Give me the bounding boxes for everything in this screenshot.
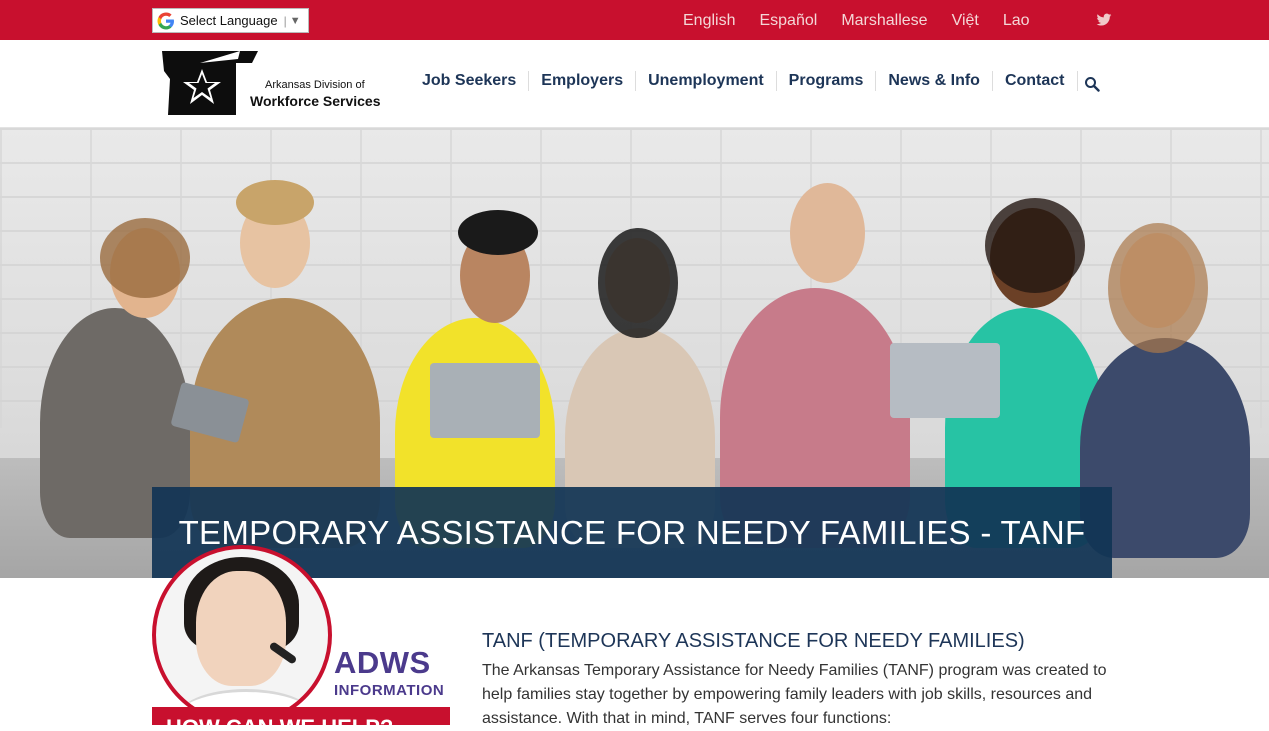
arkansas-star-icon xyxy=(162,51,258,115)
adws-logo[interactable]: Arkansas Division of Workforce Services xyxy=(160,49,400,119)
promo-subtitle: INFORMATION xyxy=(334,682,445,699)
nav-employers[interactable]: Employers xyxy=(529,71,637,91)
nav-unemployment[interactable]: Unemployment xyxy=(636,71,777,91)
article-body: The Arkansas Temporary Assistance for Ne… xyxy=(482,662,1107,727)
nav-programs[interactable]: Programs xyxy=(777,71,877,91)
promo-cta[interactable]: HOW CAN WE HELP? xyxy=(166,715,393,725)
translate-label: Select Language xyxy=(180,13,278,28)
nav-contact[interactable]: Contact xyxy=(993,71,1078,91)
translate-select[interactable]: Select Language | ▼ xyxy=(152,8,309,33)
language-links: English Español Marshallese Việt Lao xyxy=(683,12,1054,30)
article-heading: TANF (TEMPORARY ASSISTANCE FOR NEEDY FAM… xyxy=(482,630,1025,652)
top-bar: Select Language | ▼ English Español Mars… xyxy=(0,0,1269,40)
site-header: Arkansas Division of Workforce Services … xyxy=(0,40,1269,128)
lang-english[interactable]: English xyxy=(683,12,735,30)
lang-espanol[interactable]: Español xyxy=(759,12,817,30)
search-icon[interactable] xyxy=(1084,76,1100,92)
twitter-icon[interactable] xyxy=(1096,12,1112,28)
lang-viet[interactable]: Việt xyxy=(952,12,979,30)
promo-brand: ADWS xyxy=(334,645,431,680)
nav-job-seekers[interactable]: Job Seekers xyxy=(410,71,530,91)
adws-info-promo[interactable]: ADWS INFORMATION HOW CAN WE HELP? xyxy=(152,545,452,725)
google-icon xyxy=(157,12,174,29)
nav-news-info[interactable]: News & Info xyxy=(876,71,993,91)
agent-photo xyxy=(152,545,332,725)
article: TANF (TEMPORARY ASSISTANCE FOR NEEDY FAM… xyxy=(482,630,1112,731)
dropdown-arrow-icon: ▼ xyxy=(289,14,301,27)
lang-lao[interactable]: Lao xyxy=(1003,12,1030,30)
lang-marshallese[interactable]: Marshallese xyxy=(841,12,927,30)
logo-line2: Workforce Services xyxy=(250,93,381,109)
main-nav: Job Seekers Employers Unemployment Progr… xyxy=(410,71,1078,91)
divider: | xyxy=(283,13,287,28)
logo-line1: Arkansas Division of xyxy=(265,79,365,91)
